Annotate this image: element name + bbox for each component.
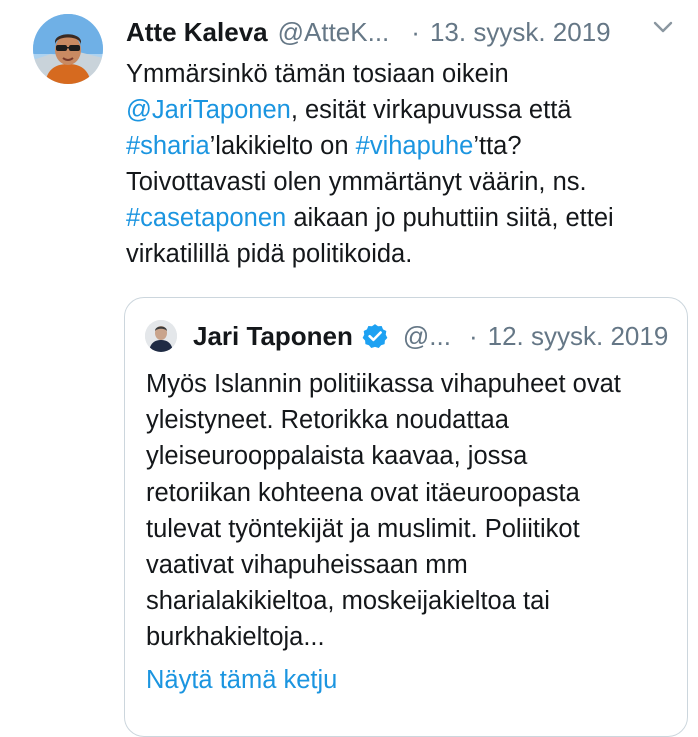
tweet-line: #casetaponen aikaan jo puhuttiin siitä, …: [126, 200, 686, 236]
tweet-line: @JariTaponen, esität virkapuvussa että: [126, 92, 686, 128]
text-segment: Ymmärsinkö tämän tosiaan oikein: [126, 60, 509, 88]
tweet-line: Toivottavasti olen ymmärtänyt väärin, ns…: [126, 164, 686, 200]
quoted-line: Myös Islannin politiikassa vihapuheet ov…: [146, 370, 621, 398]
avatar-photo: [33, 14, 103, 84]
text-segment: ’tta?: [473, 132, 522, 160]
tweet-line: #sharia’lakikielto on #vihapuhe’tta?: [126, 128, 686, 164]
text-segment: aikaan jo puhuttiin siitä, ettei: [286, 204, 614, 232]
hashtag-casetaponen[interactable]: #casetaponen: [126, 204, 286, 232]
verified-badge-icon: [361, 322, 389, 350]
mention-link[interactable]: @JariTaponen: [126, 96, 291, 124]
separator-dot: ·: [468, 320, 478, 351]
author-name[interactable]: Atte Kaleva: [126, 17, 268, 48]
text-segment: , esität virkapuvussa että: [290, 96, 572, 124]
tweet-line: Ymmärsinkö tämän tosiaan oikein: [126, 56, 686, 92]
tweet-header: Atte Kaleva @AtteK... · 13. syysk. 2019: [126, 14, 611, 50]
avatar-photo: [145, 320, 177, 352]
quoted-author-name[interactable]: Jari Taponen: [193, 321, 353, 352]
author-handle[interactable]: @AtteK...: [278, 17, 390, 48]
hashtag-sharia[interactable]: #sharia: [126, 132, 210, 160]
tweet-line: virkatilillä pidä politikoida.: [126, 236, 686, 272]
hashtag-vihapuhe[interactable]: #vihapuhe: [356, 132, 474, 160]
quoted-tweet-header: Jari Taponen @... · 12. syysk. 2019: [193, 316, 668, 356]
chevron-down-icon[interactable]: [650, 14, 676, 40]
author-avatar[interactable]: [33, 14, 103, 84]
quoted-line: tulevat työntekijät ja muslimit. Poliiti…: [146, 514, 580, 543]
quoted-line: retoriikan kohteena ovat itäeuroopasta: [146, 478, 580, 507]
quoted-line: yleiseurooppalaista kaavaa, jossa: [146, 442, 528, 471]
text-segment: ’lakikielto on: [209, 132, 356, 160]
text-segment: virkatilillä pidä politikoida.: [126, 240, 413, 268]
separator-dot: ·: [411, 16, 420, 47]
quoted-line: vaativat vihapuheissaan mm: [146, 551, 468, 580]
quoted-line: yleistyneet. Retorikka noudattaa: [146, 406, 509, 435]
quoted-line: sharialakikieltoa, moskeijakieltoa tai: [146, 587, 550, 616]
quoted-author-avatar[interactable]: [145, 320, 177, 352]
quoted-tweet-date[interactable]: 12. syysk. 2019: [488, 321, 669, 352]
quoted-author-handle[interactable]: @...: [403, 321, 451, 352]
tweet-text: Ymmärsinkö tämän tosiaan oikein @JariTap…: [126, 56, 686, 272]
quoted-tweet-text: Myös Islannin politiikassa vihapuheet ov…: [146, 366, 676, 656]
tweet-date[interactable]: 13. syysk. 2019: [430, 17, 611, 48]
show-thread-link[interactable]: Näytä tämä ketju: [146, 662, 337, 698]
quoted-tweet-card[interactable]: Jari Taponen @... · 12. syysk. 2019 Myös…: [124, 297, 688, 737]
text-segment: Toivottavasti olen ymmärtänyt väärin, ns…: [126, 168, 587, 196]
quoted-line: burkhakieltoja...: [146, 623, 325, 652]
